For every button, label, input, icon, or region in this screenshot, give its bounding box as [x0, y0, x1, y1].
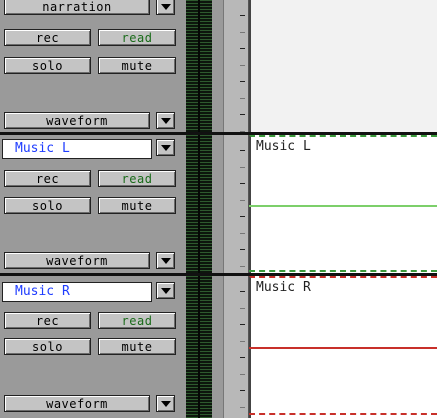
- rec-button[interactable]: rec: [4, 312, 91, 329]
- read-button[interactable]: read: [98, 312, 176, 329]
- waveform-view-button[interactable]: waveform: [4, 112, 150, 129]
- rec-button[interactable]: rec: [4, 29, 91, 46]
- meter-gap: [212, 135, 223, 273]
- solo-button[interactable]: solo: [4, 197, 91, 214]
- clip-bottom-border: [249, 413, 437, 415]
- track-header: Music L rec read solo mute waveform: [0, 135, 183, 273]
- solo-button[interactable]: solo: [4, 338, 91, 355]
- volume-ruler: [223, 276, 249, 418]
- clip-lane[interactable]: [249, 135, 437, 273]
- read-button[interactable]: read: [98, 170, 176, 187]
- track-name-field[interactable]: Music L: [2, 139, 152, 159]
- track-name-dropdown-icon[interactable]: [156, 139, 175, 156]
- volume-ruler: [223, 0, 249, 133]
- clip-name-label: Music L: [256, 139, 311, 154]
- meter-gap: [212, 276, 223, 418]
- level-meter: [186, 135, 212, 273]
- waveform-dropdown-icon[interactable]: [156, 112, 175, 129]
- waveform-view-button[interactable]: waveform: [4, 395, 150, 412]
- track-name-dropdown-icon[interactable]: [156, 282, 175, 299]
- track-music-l: Music L rec read solo mute waveform Musi…: [0, 135, 437, 273]
- mute-button[interactable]: mute: [98, 197, 176, 214]
- level-meter: [186, 276, 212, 418]
- automation-line[interactable]: [249, 347, 437, 349]
- volume-ruler: [223, 135, 249, 273]
- track-name-field[interactable]: Music R: [2, 282, 152, 302]
- view-menu-dropdown-icon[interactable]: [156, 0, 175, 15]
- waveform-view-button[interactable]: waveform: [4, 252, 150, 269]
- solo-button[interactable]: solo: [4, 57, 91, 74]
- clip-bottom-border: [249, 270, 437, 272]
- clip-name-label: Music R: [256, 280, 311, 295]
- waveform-dropdown-icon[interactable]: [156, 395, 175, 412]
- mute-button[interactable]: mute: [98, 57, 176, 74]
- track-header: narration rec read solo mute waveform: [0, 0, 183, 133]
- read-button[interactable]: read: [98, 29, 176, 46]
- clip-lane[interactable]: [249, 0, 437, 133]
- automation-line[interactable]: [249, 205, 437, 207]
- meter-gap: [212, 0, 223, 133]
- view-menu-button[interactable]: narration: [4, 0, 150, 15]
- track-header: Music R rec read solo mute waveform: [0, 276, 183, 418]
- track-narration: narration rec read solo mute waveform: [0, 0, 437, 133]
- track-music-r: Music R rec read solo mute waveform Musi…: [0, 276, 437, 418]
- rec-button[interactable]: rec: [4, 170, 91, 187]
- waveform-dropdown-icon[interactable]: [156, 252, 175, 269]
- level-meter: [186, 0, 212, 133]
- mute-button[interactable]: mute: [98, 338, 176, 355]
